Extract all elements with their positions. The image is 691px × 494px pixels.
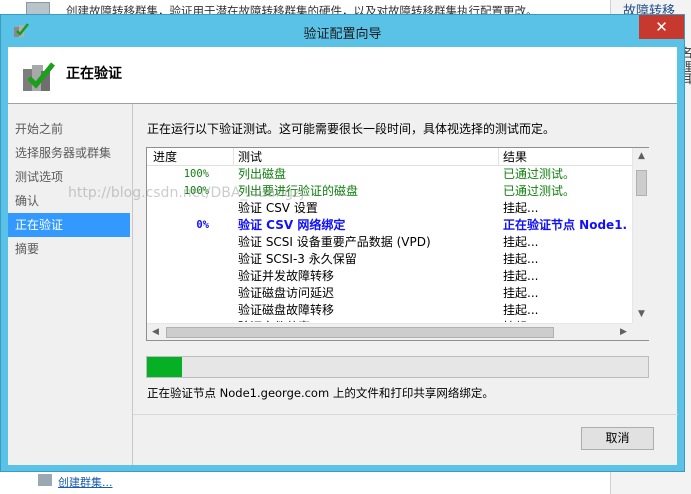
test-name: 验证磁盘访问延迟 (238, 286, 335, 300)
test-name: 验证磁盘故障转移 (238, 303, 335, 317)
scroll-right-arrow-icon[interactable]: ▶ (615, 324, 632, 341)
page-title: 正在验证 (66, 66, 122, 82)
scrollbar-corner (632, 323, 649, 340)
cluster-icon (38, 474, 52, 486)
wizard-content: 正在运行以下验证测试。这可能需要很长一段时间，具体视选择的测试而定。 进度 测试… (132, 104, 678, 465)
test-row[interactable]: 验证 SCSI 设备重要产品数据 (VPD) 挂起... (147, 234, 632, 251)
column-separator[interactable] (498, 148, 499, 166)
vertical-scrollbar[interactable]: ▲ ▼ (632, 148, 649, 323)
test-row[interactable]: 验证磁盘故障转移 挂起... (147, 302, 632, 319)
test-progress: 0% (196, 219, 209, 231)
validation-progress-bar (146, 356, 649, 378)
title-bar[interactable]: 验证配置向导 ✕ (1, 15, 684, 47)
validate-config-wizard: 验证配置向导 ✕ 正在验证 开始之前 选择服务器或群集 测试选项 确认 正在验证 摘要 正… (0, 14, 685, 472)
test-row[interactable]: 0% 验证 CSV 网络绑定 正在验证节点 Node1. (147, 217, 632, 234)
test-name: 验证并发故障转移 (238, 269, 335, 283)
column-header-test[interactable]: 测试 (238, 150, 262, 164)
test-name: 验证 SCSI 设备重要产品数据 (VPD) (238, 235, 431, 249)
cancel-button[interactable]: 取消 (581, 427, 654, 450)
test-row[interactable]: 验证文件共享 挂起... (147, 319, 632, 322)
scroll-up-arrow-icon[interactable]: ▲ (633, 148, 650, 165)
wizard-step-item[interactable]: 摘要 (8, 237, 130, 261)
test-result: 挂起... (503, 252, 539, 266)
watermark: http://blog.csdn.net/DBA_Huangzj (68, 185, 305, 201)
wizard-step-item[interactable]: 正在验证 (8, 213, 130, 237)
test-name: 列出磁盘 (238, 167, 287, 181)
test-row[interactable]: 验证磁盘访问延迟 挂起... (147, 285, 632, 302)
test-name: 验证 CSV 网络绑定 (238, 218, 346, 232)
scroll-left-arrow-icon[interactable]: ◀ (147, 324, 164, 341)
close-button[interactable]: ✕ (639, 15, 684, 39)
test-result: 挂起... (503, 269, 539, 283)
test-name: 验证文件共享 (238, 319, 310, 322)
page-description: 正在运行以下验证测试。这可能需要很长一段时间，具体视选择的测试而定。 (147, 122, 556, 136)
create-cluster-link[interactable]: 创建群集... (58, 474, 113, 490)
test-result: 正在验证节点 Node1. (503, 218, 628, 232)
column-header-result[interactable]: 结果 (503, 150, 527, 164)
scroll-down-arrow-icon[interactable]: ▼ (633, 306, 650, 323)
test-result: 已通过测试。 (503, 167, 576, 181)
column-separator[interactable] (233, 148, 234, 166)
test-row[interactable]: 验证 SCSI-3 永久保留 挂起... (147, 251, 632, 268)
status-text: 正在验证节点 Node1.george.com 上的文件和打印共享网络绑定。 (147, 386, 494, 400)
wizard-step-item[interactable]: 选择服务器或群集 (8, 141, 130, 165)
tests-list[interactable]: 进度 测试 结果 100% 列出磁盘 已通过测试。 100% 列出要进行验证的磁盘 已通过… (146, 147, 649, 341)
test-progress: 100% (183, 168, 209, 180)
test-result: 挂起... (503, 303, 539, 317)
test-row[interactable]: 验证并发故障转移 挂起... (147, 268, 632, 285)
column-header-progress[interactable]: 进度 (153, 150, 177, 164)
horizontal-scrollbar[interactable]: ◀ ▶ (147, 323, 632, 340)
divider (133, 414, 678, 415)
wizard-step-item[interactable]: 开始之前 (8, 117, 130, 141)
test-result: 挂起... (503, 201, 539, 215)
tests-list-header: 进度 测试 结果 (147, 148, 632, 166)
test-result: 已通过测试。 (503, 184, 576, 198)
validation-icon (23, 62, 55, 91)
test-row[interactable]: 100% 列出磁盘 已通过测试。 (147, 166, 632, 183)
scroll-thumb[interactable] (636, 170, 647, 196)
test-row[interactable]: 验证 CSV 设置 挂起... (147, 200, 632, 217)
test-result: 挂起... (503, 235, 539, 249)
dialog-client: 正在验证 开始之前 选择服务器或群集 测试选项 确认 正在验证 摘要 正在运行以下验证测试… (8, 47, 678, 465)
test-result: 挂起... (503, 319, 538, 322)
wizard-header: 正在验证 (8, 47, 677, 104)
test-name: 验证 CSV 设置 (238, 201, 318, 215)
progress-fill (147, 357, 183, 377)
scroll-thumb[interactable] (166, 327, 554, 338)
test-name: 验证 SCSI-3 永久保留 (238, 252, 357, 266)
window-title: 验证配置向导 (303, 27, 382, 42)
test-result: 挂起... (503, 286, 539, 300)
